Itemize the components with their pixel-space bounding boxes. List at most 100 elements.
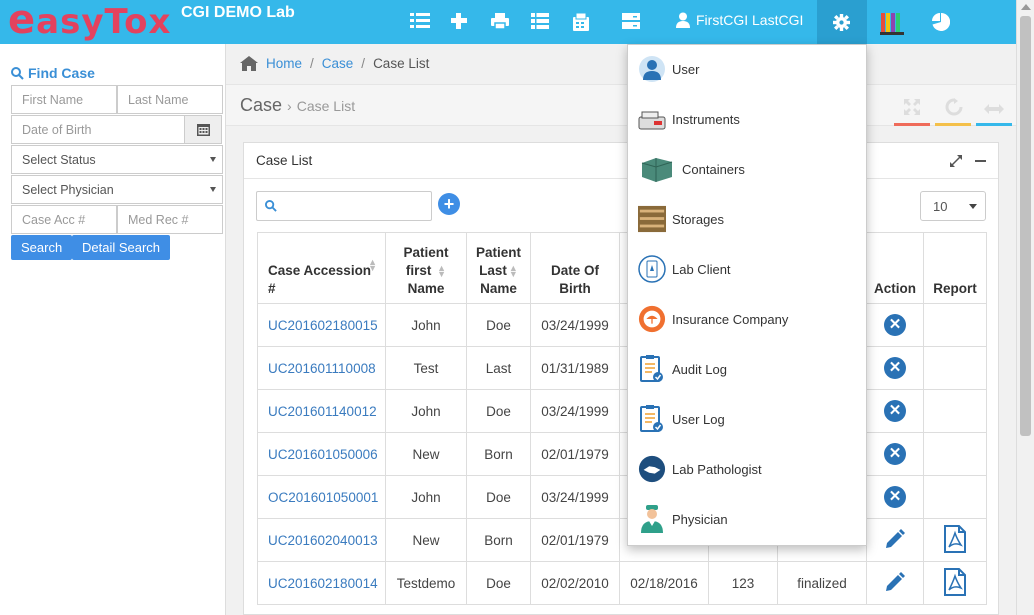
accession-link[interactable]: UC201601050006 [257,432,386,476]
cell-last-name: Doe [466,475,531,519]
page-scrollbar[interactable] [1016,0,1034,615]
plus-icon[interactable] [450,12,472,32]
table-row[interactable]: UC201602180015 John Doe 03/24/1999 ✕ [257,303,987,347]
user-icon [676,12,690,28]
scroll-up-arrow[interactable] [1021,4,1031,10]
first-name-field[interactable]: First Name [11,85,117,114]
menu-item-audit-log[interactable]: Audit Log [638,349,727,389]
menu-item-physician[interactable]: Physician [638,499,728,539]
last-name-field[interactable]: Last Name [117,85,223,114]
delete-icon[interactable]: ✕ [884,443,906,465]
menu-item-containers[interactable]: Containers [638,149,745,189]
header-label: Patient [475,245,521,260]
user-menu[interactable]: FirstCGI LastCGI [676,12,803,28]
delete-icon[interactable]: ✕ [884,486,906,508]
menu-item-label: Containers [682,161,745,177]
breadcrumb: Home / Case / Case List [226,44,1016,84]
accession-link[interactable]: UC201601110008 [257,346,386,390]
pdf-icon[interactable] [943,524,967,556]
edit-icon[interactable] [884,528,906,553]
table-row[interactable]: UC201601140012 John Doe 03/24/1999 ✕ [257,389,987,433]
breadcrumb-case[interactable]: Case [322,56,354,71]
expand-icon[interactable] [950,155,962,170]
cell-count: 123 [708,561,778,605]
cell-dob: 03/24/1999 [530,389,620,433]
detail-search-button[interactable]: Detail Search [72,235,171,260]
case-list-panel: Case List + 10 ▲ ▼ Case Accession # Patie… [243,142,999,615]
case-acc-field[interactable]: Case Acc # [11,205,117,234]
breadcrumb-home[interactable]: Home [266,56,302,71]
user-log-icon [638,405,666,433]
add-case-button[interactable]: + [438,193,460,215]
cell-first-name: John [385,303,467,347]
accession-link[interactable]: UC201602180014 [257,561,386,605]
table-row[interactable]: UC201602180014 Testdemo Doe 02/02/2010 0… [257,561,987,605]
fullscreen-icon[interactable] [904,99,920,118]
menu-item-instruments[interactable]: Instruments [638,99,740,139]
accession-link[interactable]: OC201601050001 [257,475,386,519]
header-dob[interactable]: Date Of Birth [530,232,620,304]
menu-item-user-log[interactable]: User Log [638,399,725,439]
sort-icon[interactable]: ▲ ▼ [509,264,518,279]
pie-chart-icon[interactable] [932,12,954,33]
cell-report [923,389,987,433]
accession-link[interactable]: UC201602040013 [257,518,386,562]
cell-first-name: John [385,475,467,519]
table-row[interactable]: UC201601110008 Test Last 01/31/1989 ✕ [257,346,987,390]
cell-report [923,303,987,347]
menu-item-lab-pathologist[interactable]: Lab Pathologist [638,449,762,489]
table-search-input[interactable] [256,191,432,221]
cell-report [923,475,987,519]
calendar-button[interactable] [184,115,222,144]
accession-link[interactable]: UC201602180015 [257,303,386,347]
print-icon[interactable] [490,12,512,32]
status-select[interactable]: Select Status [11,145,223,174]
collapse-horizontal-icon[interactable] [984,102,1004,117]
cell-first-name: Testdemo [385,561,467,605]
header-last-name[interactable]: Patient Last ▲ ▼ Name [466,232,531,304]
delete-icon[interactable]: ✕ [884,357,906,379]
physician-select[interactable]: Select Physician [11,175,223,204]
page-size-select[interactable]: 10 [920,191,986,221]
fax-icon[interactable] [571,12,593,32]
easytox-logo[interactable]: easyTox [8,0,171,44]
cell-first-name: New [385,432,467,476]
cell-action: ✕ [866,432,924,476]
menu-item-insurance-company[interactable]: Insurance Company [638,299,788,339]
header-first-name[interactable]: Patient first ▲ ▼ Name [385,232,467,304]
table-row[interactable]: UC201602040013 New Born 02/01/1979 [257,518,987,562]
refresh-icon[interactable] [945,98,963,119]
search-button[interactable]: Search [11,235,73,260]
cell-last-name: Born [466,518,531,562]
scroll-thumb[interactable] [1020,16,1031,436]
header-accession[interactable]: ▲ ▼ Case Accession # [257,232,386,304]
gear-icon [833,14,850,31]
menu-item-lab-client[interactable]: Lab Client [638,249,731,289]
edit-icon[interactable] [884,571,906,596]
sort-icon[interactable]: ▲ ▼ [437,264,446,279]
table-row[interactable]: UC201601050006 New Born 02/01/1979 ✕ [257,432,987,476]
list-icon[interactable] [410,12,432,32]
cell-action [866,561,924,605]
sort-icon[interactable]: ▲ ▼ [368,258,377,273]
books-icon[interactable] [880,11,904,35]
med-rec-field[interactable]: Med Rec # [117,205,223,234]
cell-report [923,561,987,605]
delete-icon[interactable]: ✕ [884,400,906,422]
cell-action: ✕ [866,346,924,390]
accession-link[interactable]: UC201601140012 [257,389,386,433]
cell-dob: 01/31/1989 [530,346,620,390]
delete-icon[interactable]: ✕ [884,314,906,336]
table-list-icon[interactable] [530,12,552,32]
server-icon[interactable] [621,12,643,32]
cell-dob: 03/24/1999 [530,475,620,519]
menu-item-storages[interactable]: Storages [638,199,724,239]
minimize-icon[interactable] [975,160,986,162]
settings-button[interactable] [817,0,867,44]
menu-item-user[interactable]: User [638,49,699,89]
dob-field[interactable]: Date of Birth [11,115,185,144]
page-subtitle: Case List [296,98,356,114]
table-row[interactable]: OC201601050001 John Doe 03/24/1999 ✕ [257,475,987,519]
cell-dob: 02/01/1979 [530,518,620,562]
pdf-icon[interactable] [943,567,967,599]
